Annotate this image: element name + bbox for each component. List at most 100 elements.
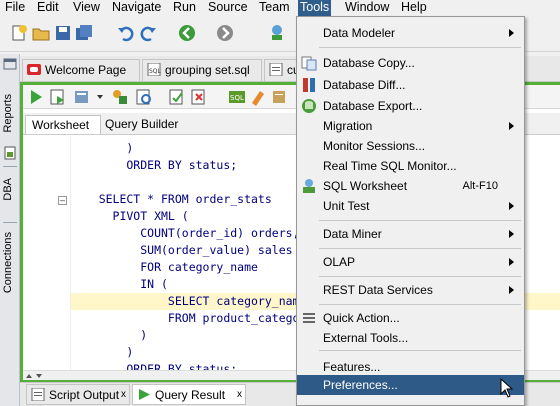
menu-separator [319,248,521,249]
autotrace-icon[interactable] [73,88,91,106]
menu-item-external-tools[interactable]: External Tools... [297,328,524,348]
forward-icon[interactable] [216,24,234,42]
menu-source[interactable]: Source [206,0,250,16]
tab-label: Welcome Page [45,63,127,77]
code-line: SELECT * FROM order_stats [71,192,272,206]
menu-navigate[interactable]: Navigate [110,0,163,16]
run-statement-icon[interactable] [27,88,45,106]
menu-separator [319,220,521,221]
sql-connection-icon[interactable] [268,24,286,42]
code-line: ) [71,345,134,359]
menu-item-rest-data-services[interactable]: REST Data Services [297,280,524,300]
code-line: FROM product_categori [71,311,314,325]
menu-view[interactable]: View [71,0,102,16]
undo-icon[interactable] [117,24,135,42]
tab-label: grouping set.sql [165,63,250,77]
mouse-cursor-icon [500,378,514,398]
rollback-icon[interactable] [190,88,208,106]
menu-item-quick-action[interactable]: Quick Action... [297,308,524,328]
side-tab-dba[interactable]: DBA [2,178,14,201]
submenu-arrow-icon [509,122,514,130]
editor-gutter: – [23,136,71,370]
menu-item-migration[interactable]: Migration [297,116,524,136]
side-separator [3,222,17,223]
submenu-arrow-icon [509,258,514,266]
submenu-arrow-icon [509,202,514,210]
menu-item-real-time-sql-monitor[interactable]: Real Time SQL Monitor... [297,156,524,176]
side-tab-connections[interactable]: Connections [2,232,14,293]
menu-item-database-copy[interactable]: Database Copy... [297,53,524,73]
menu-separator [319,276,521,277]
dropdown-arrow-icon[interactable] [91,88,109,106]
back-icon[interactable] [178,24,196,42]
menu-item-sql-worksheet[interactable]: SQL Worksheet Alt-F10 [297,176,524,196]
tab-query-result[interactable]: Query Result x [132,384,246,405]
tab-welcome-page[interactable]: Welcome Page [22,59,140,81]
save-all-icon[interactable] [75,24,93,42]
submenu-arrow-icon [509,230,514,238]
code-line: ORDER BY status; [71,158,238,172]
tools-menu: Data Modeler Database Copy... Database D… [296,16,525,406]
menu-file[interactable]: File [3,0,27,16]
svg-text:SQL: SQL [230,94,244,102]
scroll-up-icon[interactable] [25,372,33,380]
side-separator [3,166,17,167]
reports-icon[interactable] [3,146,17,160]
menu-separator [319,304,521,305]
menu-tools[interactable]: Tools [298,0,332,16]
code-line: COUNT(order_id) orders, [71,226,300,240]
menu-team[interactable]: Team [257,0,292,16]
code-line: ) [71,328,148,342]
sql-history-icon[interactable]: SQL [228,88,246,106]
open-folder-icon[interactable] [32,24,50,42]
database-copy-icon [301,56,317,71]
tab-grouping-set[interactable]: SQL grouping set.sql [142,59,262,81]
menu-item-preferences[interactable]: Preferences... [297,375,524,395]
submenu-arrow-icon [509,29,514,37]
oracle-icon [27,64,41,75]
code-line: IN ( [71,277,168,291]
side-tab-reports[interactable]: Reports [2,94,14,133]
menu-item-database-diff[interactable]: Database Diff... [297,75,524,95]
menu-item-data-modeler[interactable]: Data Modeler [297,23,524,43]
commit-icon[interactable] [168,88,186,106]
new-file-icon[interactable] [10,24,28,42]
menu-item-olap[interactable]: OLAP [297,252,524,272]
tab-script-output[interactable]: Script Output x [26,384,130,405]
menu-item-monitor-sessions[interactable]: Monitor Sessions... [297,136,524,156]
redo-icon[interactable] [139,24,157,42]
tab-query-builder[interactable]: Query Builder [99,115,184,134]
explain-plan-icon[interactable] [111,88,129,106]
clear-icon[interactable] [249,88,267,106]
format-icon[interactable] [271,88,289,106]
svg-text:SQL: SQL [149,68,161,75]
close-tab-button[interactable]: x [237,385,242,405]
menu-run[interactable]: Run [171,0,198,16]
panel-restore-icon[interactable] [3,58,17,70]
menu-item-data-miner[interactable]: Data Miner [297,224,524,244]
quick-action-icon [303,313,315,323]
scroll-down-icon[interactable] [35,372,43,380]
menu-help[interactable]: Help [399,0,429,16]
code-line: SUM(order_value) sales [71,243,293,257]
menu-separator [319,47,521,48]
sql-tuning-icon[interactable] [135,88,153,106]
menu-window[interactable]: Window [343,0,391,16]
code-line: PIVOT XML ( [71,209,189,223]
code-line: ORDER BY status; [71,362,238,370]
menu-item-database-export[interactable]: Database Export... [297,96,524,116]
menu-item-unit-test[interactable]: Unit Test [297,196,524,216]
sql-worksheet-icon [303,179,315,193]
fold-toggle[interactable]: – [58,196,67,205]
save-icon[interactable] [54,24,72,42]
run-script-icon[interactable] [49,88,67,106]
sql-file-icon: SQL [147,63,161,76]
tab-worksheet[interactable]: Worksheet [25,115,101,134]
tab-label: Query Result [155,388,226,402]
database-export-icon [302,99,316,113]
menu-bar: File Edit View Navigate Run Source Team … [0,0,560,16]
menu-item-features[interactable]: Features... [297,357,524,377]
menu-edit[interactable]: Edit [35,0,61,16]
menu-separator [319,350,521,351]
close-tab-button[interactable]: x [121,385,126,405]
